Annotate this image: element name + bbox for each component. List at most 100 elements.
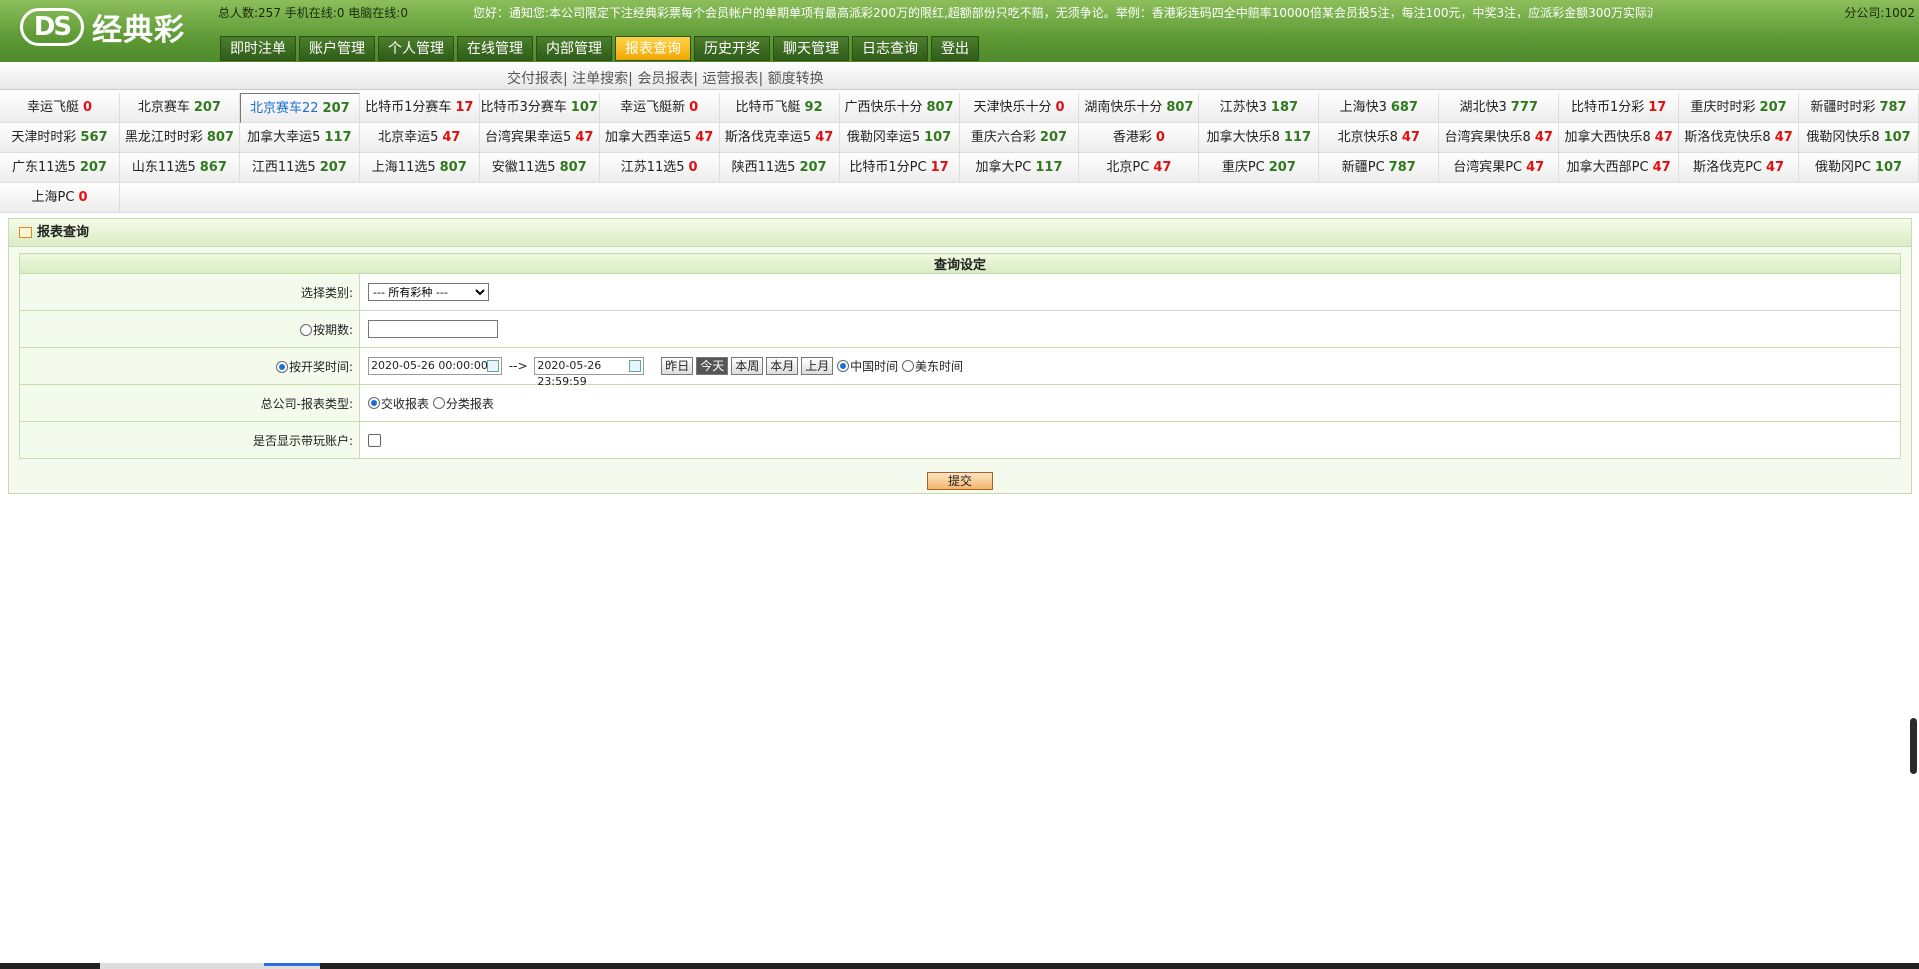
lottery-cell[interactable]: 湖北快3 777 [1439,93,1560,123]
lottery-cell[interactable]: 台湾宾果快乐8 47 [1439,123,1560,153]
china-time-radio[interactable] [837,360,850,372]
lottery-count: 47 [1526,160,1545,175]
lottery-cell[interactable]: 北京快乐8 47 [1319,123,1440,153]
subnav-link-4[interactable]: 额度转换 [768,71,824,87]
nav-item-5[interactable]: 报表查询 [615,36,691,61]
lottery-cell[interactable]: 比特币3分赛车 107 [479,93,600,123]
lottery-row: 幸运飞艇 0 北京赛车 207 北京赛车22 207 比特币1分赛车 17 比特币3分赛车 107… [0,93,1919,123]
lottery-cell[interactable]: 江苏快3 187 [1199,93,1320,123]
lottery-name: 北京PC [1106,160,1150,175]
subnav-link-1[interactable]: 注单搜索 [572,71,628,87]
lottery-cell[interactable]: 俄勒冈PC 107 [1799,153,1919,183]
lottery-count: 17 [455,100,474,115]
lottery-cell[interactable]: 俄勒冈幸运5 107 [839,123,960,153]
lottery-cell[interactable]: 比特币1分赛车 17 [359,93,480,123]
submit-button[interactable]: 提交 [927,472,993,490]
lottery-cell[interactable]: 上海快3 687 [1319,93,1440,123]
lottery-cell[interactable]: 台湾宾果幸运5 47 [479,123,600,153]
lottery-cell[interactable]: 广西快乐十分 807 [839,93,960,123]
lottery-cell[interactable]: 加拿大西快乐8 47 [1559,123,1680,153]
calendar-icon[interactable] [629,360,642,372]
lottery-cell[interactable]: 斯洛伐克快乐8 47 [1679,123,1800,153]
period-radio[interactable] [299,324,312,336]
nav-item-6[interactable]: 历史开奖 [694,36,770,61]
quick-range-button-0[interactable]: 昨日 [661,357,694,375]
time-from-input[interactable]: 2020-05-26 00:00:00 [368,357,502,375]
lottery-cell[interactable]: 黑龙江时时彩 807 [119,123,240,153]
subnav-link-2[interactable]: 会员报表 [637,71,693,87]
lottery-cell[interactable]: 湖南快乐十分 807 [1079,93,1200,123]
lottery-cell[interactable]: 新疆时时彩 787 [1799,93,1919,123]
nav-item-9[interactable]: 登出 [931,36,979,61]
nav-item-3[interactable]: 在线管理 [457,36,533,61]
settlement-report-radio[interactable] [368,397,380,409]
lottery-cell[interactable]: 北京赛车 207 [119,93,240,123]
lottery-name: 上海PC [31,190,75,205]
nav-item-8[interactable]: 日志查询 [852,36,928,61]
quick-range-button-1[interactable]: 今天 [696,357,729,375]
nav-item-2[interactable]: 个人管理 [378,36,454,61]
lottery-name: 上海快3 [1339,100,1387,115]
lottery-cell[interactable]: 重庆PC 207 [1199,153,1320,183]
lottery-cell[interactable]: 斯洛伐克幸运5 47 [719,123,840,153]
lottery-cell[interactable]: 江苏11选5 0 [599,153,720,183]
lottery-cell[interactable]: 天津时时彩 567 [0,123,120,153]
lottery-cell[interactable]: 香港彩 0 [1079,123,1200,153]
time-to-input[interactable]: 2020-05-26 23:59:59 [534,357,645,388]
nav-item-4[interactable]: 内部管理 [536,36,612,61]
lottery-cell[interactable]: 比特币1分彩 17 [1559,93,1680,123]
lottery-cell[interactable]: 新疆PC 787 [1319,153,1440,183]
lottery-count: 787 [1388,160,1416,175]
lottery-count: 47 [1774,130,1793,145]
lottery-name: 北京幸运5 [378,130,439,145]
lottery-cell[interactable]: 安徽11选5 807 [479,153,600,183]
lottery-count: 687 [1390,100,1418,115]
subnav-link-0[interactable]: 交付报表 [507,71,563,87]
lottery-cell[interactable]: 上海PC 0 [0,183,120,213]
lottery-cell[interactable]: 比特币1分PC 17 [839,153,960,183]
draw-time-radio[interactable] [275,361,288,373]
lottery-cell[interactable]: 上海11选5 807 [359,153,480,183]
lottery-count: 107 [1874,160,1903,175]
period-label: 按期数: [312,322,353,337]
lottery-cell[interactable]: 比特币飞艇 92 [719,93,840,123]
us-time-radio[interactable] [901,360,914,372]
nav-item-1[interactable]: 账户管理 [299,36,375,61]
lottery-cell[interactable]: 加拿大PC 117 [959,153,1080,183]
lottery-cell[interactable]: 陕西11选5 207 [719,153,840,183]
lottery-cell[interactable]: 幸运飞艇新 0 [599,93,720,123]
lottery-cell[interactable]: 北京赛车22 207 [239,93,360,123]
lottery-cell[interactable]: 幸运飞艇 0 [0,93,120,123]
nav-item-7[interactable]: 聊天管理 [773,36,849,61]
lottery-cell[interactable]: 山东11选5 867 [119,153,240,183]
lottery-cell[interactable]: 俄勒冈快乐8 107 [1799,123,1919,153]
lottery-cell[interactable]: 加拿大幸运5 117 [239,123,360,153]
lottery-cell[interactable]: 江西11选5 207 [239,153,360,183]
lottery-cell[interactable]: 加拿大西部PC 47 [1559,153,1680,183]
lottery-cell[interactable]: 北京幸运5 47 [359,123,480,153]
quick-range-button-2[interactable]: 本周 [731,357,764,375]
lottery-cell[interactable]: 重庆时时彩 207 [1679,93,1800,123]
calendar-icon[interactable] [487,360,499,372]
lottery-cell[interactable]: 北京PC 47 [1079,153,1200,183]
period-input[interactable] [368,320,498,338]
nav-item-0[interactable]: 即时注单 [220,36,296,61]
lottery-cell[interactable]: 广东11选5 207 [0,153,120,183]
scrollbar-thumb[interactable] [1910,718,1917,774]
lottery-count: 207 [1268,160,1296,175]
lottery-cell[interactable]: 重庆六合彩 207 [959,123,1080,153]
taskbar-active-indicator [264,963,320,966]
quick-range-button-3[interactable]: 本月 [766,357,799,375]
quick-range-button-4[interactable]: 上月 [801,357,834,375]
category-report-radio[interactable] [432,397,445,409]
lottery-cell[interactable]: 加拿大快乐8 117 [1199,123,1320,153]
lottery-cell[interactable]: 天津快乐十分 0 [959,93,1080,123]
lottery-cell[interactable]: 台湾宾果PC 47 [1439,153,1560,183]
lottery-cell[interactable]: 斯洛伐克PC 47 [1679,153,1800,183]
lottery-cell[interactable]: 加拿大西幸运5 47 [599,123,720,153]
category-select[interactable]: --- 所有彩种 --- [368,283,489,301]
subnav-link-3[interactable]: 运营报表 [703,71,759,87]
lottery-name: 北京快乐8 [1337,130,1398,145]
sub-nav-links: 交付报表| 注单搜索| 会员报表| 运营报表| 额度转换 [507,71,824,87]
show-accounts-checkbox[interactable] [368,434,381,447]
